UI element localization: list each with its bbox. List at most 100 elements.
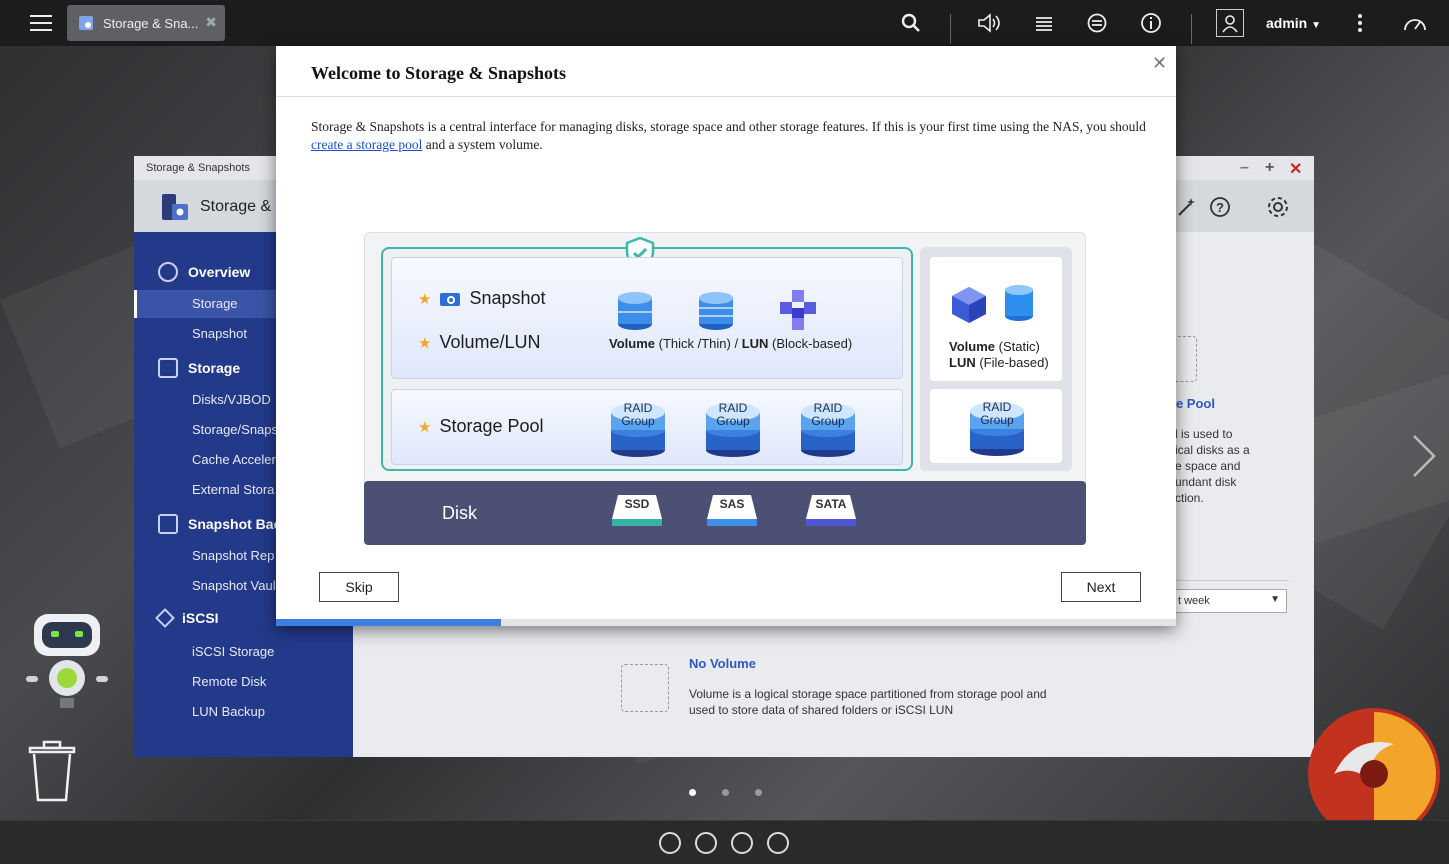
chevron-down-icon: ▼ [1270, 594, 1280, 605]
pool-desc-line: ical disks as a [1175, 443, 1250, 457]
raid-label: Group [811, 414, 845, 428]
caption-bold: Volume [949, 339, 995, 354]
ssd-disk-icon: SSD [612, 495, 662, 527]
magic-wand-icon[interactable] [1176, 196, 1198, 218]
background-tasks-icon[interactable] [1032, 11, 1056, 35]
caption-bold: LUN [741, 336, 769, 351]
window-title: Storage & Snapshots [146, 162, 250, 174]
period-select[interactable]: t week ▼ [1171, 589, 1287, 613]
camera-icon [158, 514, 178, 534]
iscsi-icon [155, 608, 175, 628]
sidebar-item-storage-snapshots[interactable]: Storage/Snaps [192, 422, 278, 437]
user-menu[interactable]: admin ▼ [1266, 15, 1321, 31]
chevron-down-icon: ▼ [1311, 20, 1322, 31]
main-menu-icon[interactable] [26, 9, 56, 37]
snapshot-row: ★ Snapshot [418, 288, 546, 309]
next-button[interactable]: Next [1061, 572, 1141, 602]
dashboard-icon[interactable] [1400, 11, 1430, 35]
right-volume-caption: Volume (Static) [949, 339, 1040, 354]
page-dot-active[interactable] [689, 789, 696, 796]
static-volume-box: Volume (Static) LUN (File-based) [930, 257, 1062, 381]
sidebar-section-storage[interactable]: Storage [158, 358, 240, 378]
thin-volume-icon [699, 292, 733, 330]
pool-desc-line: l is used to [1175, 427, 1233, 441]
sidebar-section-overview[interactable]: Overview [158, 262, 250, 282]
sidebar-section-iscsi[interactable]: iSCSI [155, 608, 219, 628]
page-dot[interactable] [755, 789, 762, 796]
cube-icon [952, 287, 986, 323]
dialog-header: Welcome to Storage & Snapshots ✕ [276, 46, 1176, 97]
tools-icon[interactable] [695, 832, 717, 854]
dashboard-icon [158, 262, 178, 282]
sidebar-item-remote-disk[interactable]: Remote Disk [192, 674, 266, 689]
notes-icon[interactable] [767, 832, 789, 854]
trash-icon[interactable] [28, 740, 76, 802]
sidebar-item-snapshot-replica[interactable]: Snapshot Rep [192, 548, 274, 563]
dialog-title: Welcome to Storage & Snapshots [311, 63, 566, 83]
settings-gear-icon[interactable] [1266, 195, 1290, 219]
storage-app-icon [162, 194, 188, 220]
maximize-icon[interactable]: + [1265, 159, 1274, 177]
sidebar-item-disks[interactable]: Disks/VJBOD [192, 392, 271, 407]
taskbar-app-tab[interactable]: Storage & Sna... ✖ [67, 5, 225, 41]
divider [1191, 14, 1192, 44]
disk-type-label: SAS [719, 497, 745, 511]
book-icon[interactable] [731, 832, 753, 854]
close-window-icon[interactable]: ✕ [1289, 159, 1302, 179]
raid-label: Group [980, 413, 1014, 427]
info-icon[interactable] [1138, 11, 1164, 35]
close-tab-icon[interactable]: ✖ [205, 14, 217, 31]
right-lun-caption: LUN (File-based) [949, 355, 1049, 370]
database-icon [1005, 285, 1033, 321]
raid-label: Group [621, 414, 655, 428]
caption-text: (File-based) [975, 355, 1049, 370]
volume-icon[interactable] [976, 11, 1004, 35]
search-icon[interactable] [898, 11, 924, 35]
camera-icon [440, 292, 461, 306]
volume-lun-label: Volume/LUN [439, 332, 541, 352]
sidebar-item-snapshot[interactable]: Snapshot [192, 326, 247, 341]
create-storage-pool-link[interactable]: create a storage pool [311, 137, 422, 152]
desc-text: and a system volume. [422, 137, 543, 152]
block-lun-icon [780, 290, 816, 330]
sidebar-section-label: Snapshot Back [188, 516, 290, 532]
storage-app-icon [79, 16, 93, 30]
qboost-robot-icon[interactable] [24, 612, 110, 710]
disk-layer: Disk SSD SAS SATA [364, 481, 1086, 545]
sidebar-item-snapshot-vault[interactable]: Snapshot Vaul [192, 578, 276, 593]
sidebar-section-snapshot-backup[interactable]: Snapshot Back [158, 514, 289, 534]
storage-pool-label: Storage Pool [439, 416, 544, 436]
sync-icon[interactable] [1084, 11, 1110, 35]
disk-type-label: SSD [624, 497, 650, 511]
sata-disk-icon: SATA [806, 495, 856, 527]
disk-type-label: SATA [815, 497, 847, 511]
database-icon [158, 358, 178, 378]
divider [1171, 580, 1289, 581]
username-label: admin [1266, 15, 1308, 31]
snapshot-label: Snapshot [469, 288, 546, 308]
help-icon[interactable]: ? [1209, 196, 1231, 218]
no-volume-title[interactable]: No Volume [689, 656, 756, 672]
more-options-icon[interactable] [1350, 11, 1370, 35]
sidebar-item-storage[interactable]: Storage [192, 296, 238, 311]
sidebar-item-cache[interactable]: Cache Acceler [192, 452, 276, 467]
sidebar-item-external[interactable]: External Stora [192, 482, 274, 497]
raid-group-icon: RAID Group [969, 399, 1025, 457]
storage-pool-row: ★ Storage Pool [418, 416, 544, 437]
sidebar-item-lun-backup[interactable]: LUN Backup [192, 704, 265, 719]
taskbar-tab-label: Storage & Sna... [103, 15, 198, 31]
pool-desc-line: undant disk [1175, 475, 1237, 489]
page-dot[interactable] [722, 789, 729, 796]
close-icon[interactable]: ✕ [1152, 53, 1167, 74]
top-taskbar: Storage & Sna... ✖ admin ▼ [0, 0, 1449, 46]
sync-icon[interactable] [659, 832, 681, 854]
pool-desc-line: e space and [1175, 459, 1241, 473]
snapshot-protected-area: ★ Snapshot ★ Volume/LUN Volume (Thick /T… [381, 237, 913, 471]
sidebar-item-iscsi-storage[interactable]: iSCSI Storage [192, 644, 274, 659]
skip-button[interactable]: Skip [319, 572, 399, 602]
minimize-icon[interactable]: – [1240, 159, 1249, 177]
volume-lun-caption: Volume (Thick /Thin) / LUN (Block-based) [609, 336, 852, 351]
user-avatar-icon[interactable] [1216, 9, 1244, 37]
chevron-right-icon[interactable] [1408, 432, 1440, 480]
add-volume-icon[interactable] [621, 664, 669, 712]
